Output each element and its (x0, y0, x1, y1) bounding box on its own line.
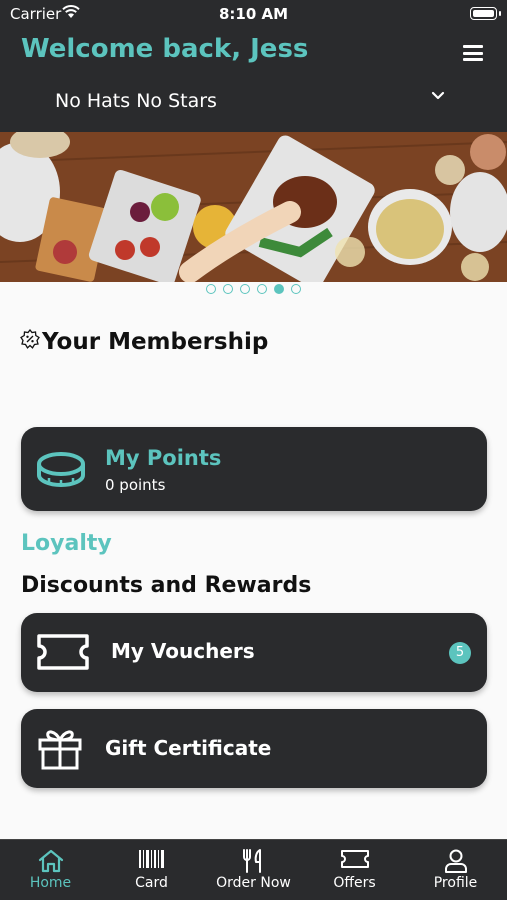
tab-order-now-label: Order Now (216, 875, 291, 891)
menu-icon[interactable] (463, 45, 483, 61)
battery-icon (470, 7, 501, 20)
status-time: 8:10 AM (218, 5, 289, 23)
utensils-icon (242, 849, 261, 873)
points-value: 0 points (105, 476, 166, 494)
loyalty-heading: Loyalty (21, 531, 112, 556)
location-selector[interactable]: No Hats No Stars (55, 90, 217, 112)
ticket-icon (37, 634, 89, 670)
carousel-dot[interactable] (206, 284, 216, 294)
discounts-rewards-heading: Discounts and Rewards (21, 573, 312, 598)
gift-icon (38, 730, 82, 770)
banner-image[interactable] (0, 132, 507, 282)
carousel-dot[interactable] (291, 284, 301, 294)
tab-bar: Home Card Order Now Offers Profile (0, 839, 507, 900)
chevron-down-icon[interactable] (430, 90, 446, 102)
carousel-dot[interactable] (257, 284, 267, 294)
app-header: Welcome back, Jess No Hats No Stars (0, 28, 507, 132)
user-icon (444, 849, 467, 873)
tab-offers-label: Offers (333, 875, 376, 891)
home-icon (38, 849, 63, 873)
membership-badge-icon (20, 329, 40, 349)
my-points-card[interactable]: My Points 0 points (21, 427, 487, 511)
tab-profile[interactable]: Profile (405, 840, 506, 900)
carousel-indicator[interactable] (0, 284, 507, 296)
tab-home[interactable]: Home (0, 840, 101, 900)
tab-home-label: Home (29, 875, 72, 891)
tab-card[interactable]: Card (101, 840, 202, 900)
tab-order-now[interactable]: Order Now (203, 840, 304, 900)
tab-profile-label: Profile (433, 875, 478, 891)
ticket-icon (340, 850, 369, 868)
my-vouchers-card[interactable]: My Vouchers 5 (21, 613, 487, 692)
status-bar: Carrier 8:10 AM (0, 0, 507, 28)
gift-certificate-label: Gift Certificate (105, 736, 272, 760)
tab-offers[interactable]: Offers (304, 840, 405, 900)
vouchers-count-badge: 5 (449, 642, 471, 664)
tab-card-label: Card (135, 875, 168, 891)
gift-certificate-card[interactable]: Gift Certificate (21, 709, 487, 788)
my-vouchers-label: My Vouchers (111, 639, 255, 663)
my-points-label: My Points (105, 446, 222, 470)
membership-title: Your Membership (42, 329, 269, 355)
carousel-dot[interactable] (240, 284, 250, 294)
coin-icon (37, 452, 85, 487)
banner-food-illustration (0, 132, 507, 282)
carousel-dot[interactable] (274, 284, 284, 294)
barcode-icon (138, 850, 164, 868)
carousel-dot[interactable] (223, 284, 233, 294)
welcome-title: Welcome back, Jess (21, 34, 309, 64)
membership-section: Your Membership (20, 325, 268, 359)
